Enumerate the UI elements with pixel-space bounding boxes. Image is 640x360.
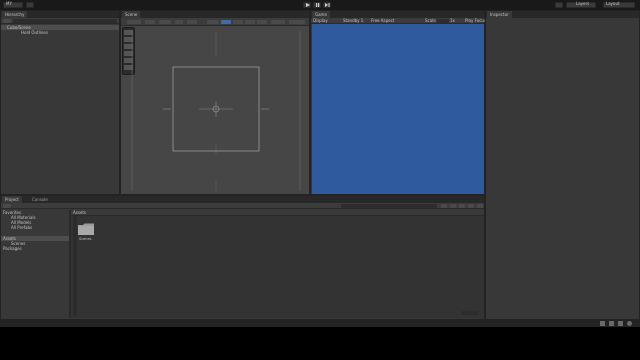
audio-toggle[interactable] <box>175 20 183 24</box>
scale-label: Scale <box>425 18 436 23</box>
2d-toggle[interactable] <box>145 20 155 24</box>
display-dropdown[interactable]: Display <box>313 18 328 23</box>
move-tool-button[interactable] <box>221 20 231 24</box>
scene-panel: Scene <box>120 10 310 195</box>
scale-slider[interactable] <box>437 19 449 23</box>
game-view[interactable] <box>312 24 484 194</box>
account-dropdown[interactable]: MY <box>3 1 23 8</box>
notification-icon[interactable] <box>600 321 605 326</box>
effects-toggle[interactable] <box>187 20 197 24</box>
hierarchy-search-input[interactable] <box>13 19 117 23</box>
scene-viewport[interactable] <box>121 26 309 194</box>
pause-icon <box>316 3 320 7</box>
asset-item[interactable]: Scenes <box>77 222 95 244</box>
hierarchy-toolbar <box>1 18 119 24</box>
create-asset-button[interactable] <box>3 204 11 208</box>
display-number-dropdown[interactable]: Standby 1 <box>343 18 363 23</box>
hierarchy-tabbar: Hierarchy <box>1 11 119 18</box>
draw-mode-button[interactable] <box>127 20 141 24</box>
tab-inspector[interactable]: Inspector <box>487 11 512 18</box>
filter-label-icon[interactable] <box>450 204 456 208</box>
play-button[interactable] <box>303 2 311 8</box>
tab-console[interactable]: Console <box>29 196 51 203</box>
tree-item-packages[interactable]: Packages <box>3 246 22 251</box>
hierarchy-item-label: Hold Outlines <box>21 30 48 35</box>
asset-label: Scenes <box>79 237 92 241</box>
pause-button[interactable] <box>313 2 321 8</box>
game-panel: Game Display Standby 1 Free Aspect Scale… <box>310 10 486 195</box>
breadcrumb-bar: Assets <box>71 210 484 216</box>
tab-project[interactable]: Project <box>2 196 22 203</box>
project-tree: Favorites All Materials All Models All P… <box>1 210 69 318</box>
cloud-icon[interactable] <box>26 2 34 8</box>
hierarchy-panel: Hierarchy Cube/Scene Hold Outlines <box>0 10 120 195</box>
scene-view-options[interactable] <box>289 20 305 24</box>
aspect-dropdown[interactable]: Free Aspect <box>371 18 394 23</box>
breadcrumb[interactable]: Assets <box>73 210 86 215</box>
folder-icon <box>78 223 94 235</box>
play-focused-dropdown[interactable]: Play Focus <box>465 18 486 23</box>
search-input[interactable] <box>271 20 285 24</box>
inspector-tabbar: Inspector <box>486 11 639 18</box>
tab-hierarchy[interactable]: Hierarchy <box>2 11 28 18</box>
account-label: MY <box>6 1 12 6</box>
step-icon <box>325 3 330 7</box>
play-icon <box>306 3 310 7</box>
project-search-input[interactable] <box>341 204 437 208</box>
settings-icon[interactable] <box>627 321 632 326</box>
scale-value: 1x <box>450 18 455 23</box>
asset-browser: Assets Scenes <box>71 210 484 318</box>
rotate-tool-button[interactable] <box>233 20 243 24</box>
project-toolbar <box>1 203 484 209</box>
main-toolbar: MY Layers Layout <box>0 0 640 10</box>
hierarchy-item[interactable]: Hold Outlines <box>1 30 119 35</box>
rect-tool-button[interactable] <box>257 20 267 24</box>
step-button[interactable] <box>323 2 331 8</box>
project-panel: Project Console Favorites All Materials … <box>0 195 485 320</box>
scene-toolbar <box>121 18 309 26</box>
progress-icon[interactable] <box>609 321 614 326</box>
scene-tabbar: Scene <box>121 11 309 18</box>
filter-type-icon[interactable] <box>441 204 447 208</box>
collab-icon[interactable] <box>555 2 563 8</box>
debug-icon[interactable] <box>618 321 623 326</box>
hidden-packages-icon[interactable] <box>468 204 474 208</box>
tab-game[interactable]: Game <box>312 11 330 18</box>
create-button[interactable] <box>3 19 11 23</box>
gizmos-button[interactable] <box>207 20 219 24</box>
project-tabbar: Project Console <box>1 196 484 203</box>
lighting-toggle[interactable] <box>159 20 171 24</box>
status-bar <box>0 320 640 327</box>
layout-label: Layout <box>606 1 620 6</box>
zoom-slider[interactable] <box>461 311 479 315</box>
inspector-panel: Inspector <box>485 10 640 320</box>
tab-scene[interactable]: Scene <box>122 11 141 18</box>
favorite-icon[interactable] <box>459 204 465 208</box>
game-tabbar: Game <box>311 11 484 18</box>
count-icon[interactable] <box>477 204 483 208</box>
layers-label: Layers <box>576 1 590 6</box>
layout-dropdown[interactable]: Layout <box>603 1 635 8</box>
tree-item-all-prefabs[interactable]: All Prefabs <box>11 225 32 230</box>
scale-tool-button[interactable] <box>245 20 255 24</box>
layers-dropdown[interactable]: Layers <box>566 1 596 8</box>
